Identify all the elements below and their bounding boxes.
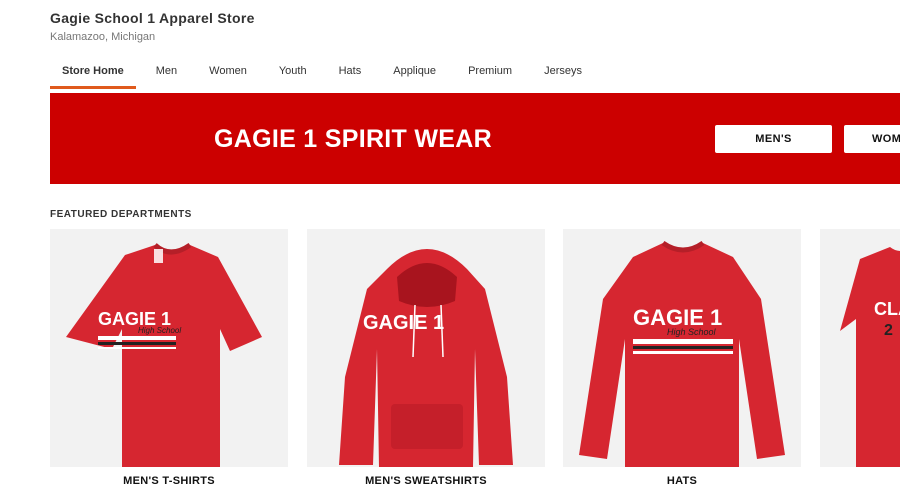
tab-men[interactable]: Men [144, 58, 189, 89]
store-location: Kalamazoo, Michigan [50, 31, 156, 43]
tab-applique[interactable]: Applique [381, 58, 448, 89]
tab-hats[interactable]: Hats [327, 58, 374, 89]
shirt-image: CLA 2 [820, 229, 900, 467]
spirit-wear-banner: GAGIE 1 SPIRIT WEAR MEN'S WOMEN'S [50, 93, 900, 184]
department-label: MEN'S T-SHIRTS [123, 475, 215, 487]
store-title: Gagie School 1 Apparel Store [50, 10, 255, 26]
print-number: 2 [884, 322, 893, 339]
store-header: Gagie School 1 Apparel Store Kalamazoo, … [50, 10, 255, 43]
department-card-partial[interactable]: CLA 2 [820, 229, 900, 500]
mens-button[interactable]: MEN'S [715, 125, 832, 153]
department-card-mens-sweatshirts[interactable]: GAGIE 1 MEN'S SWEATSHIRTS [307, 229, 545, 500]
longsleeve-image: GAGIE 1 High School [563, 229, 801, 467]
featured-departments-heading: FEATURED DEPARTMENTS [50, 209, 192, 220]
print-class: CLA [874, 299, 900, 319]
featured-departments: GAGIE 1 High School MEN'S T-SHIRTS GAGIE… [50, 229, 900, 500]
print-script: High School [138, 326, 181, 335]
print-script: High School [667, 327, 717, 337]
department-label: HATS [666, 475, 698, 487]
tab-premium[interactable]: Premium [456, 58, 524, 89]
tab-women[interactable]: Women [197, 58, 259, 89]
banner-title: GAGIE 1 SPIRIT WEAR [214, 125, 492, 153]
tab-jerseys[interactable]: Jerseys [532, 58, 594, 89]
womens-button[interactable]: WOMEN'S [844, 125, 900, 153]
print-gagie: GAGIE 1 [363, 312, 444, 334]
department-label: MEN'S SWEATSHIRTS [365, 475, 487, 487]
department-card-hats[interactable]: GAGIE 1 High School HATS [563, 229, 801, 500]
store-nav: Store Home Men Women Youth Hats Applique… [50, 58, 594, 90]
tshirt-image: GAGIE 1 High School [50, 229, 288, 467]
department-card-mens-tshirts[interactable]: GAGIE 1 High School MEN'S T-SHIRTS [50, 229, 288, 500]
hoodie-image: GAGIE 1 [307, 229, 545, 467]
tab-store-home[interactable]: Store Home [50, 58, 136, 89]
tab-youth[interactable]: Youth [267, 58, 319, 89]
